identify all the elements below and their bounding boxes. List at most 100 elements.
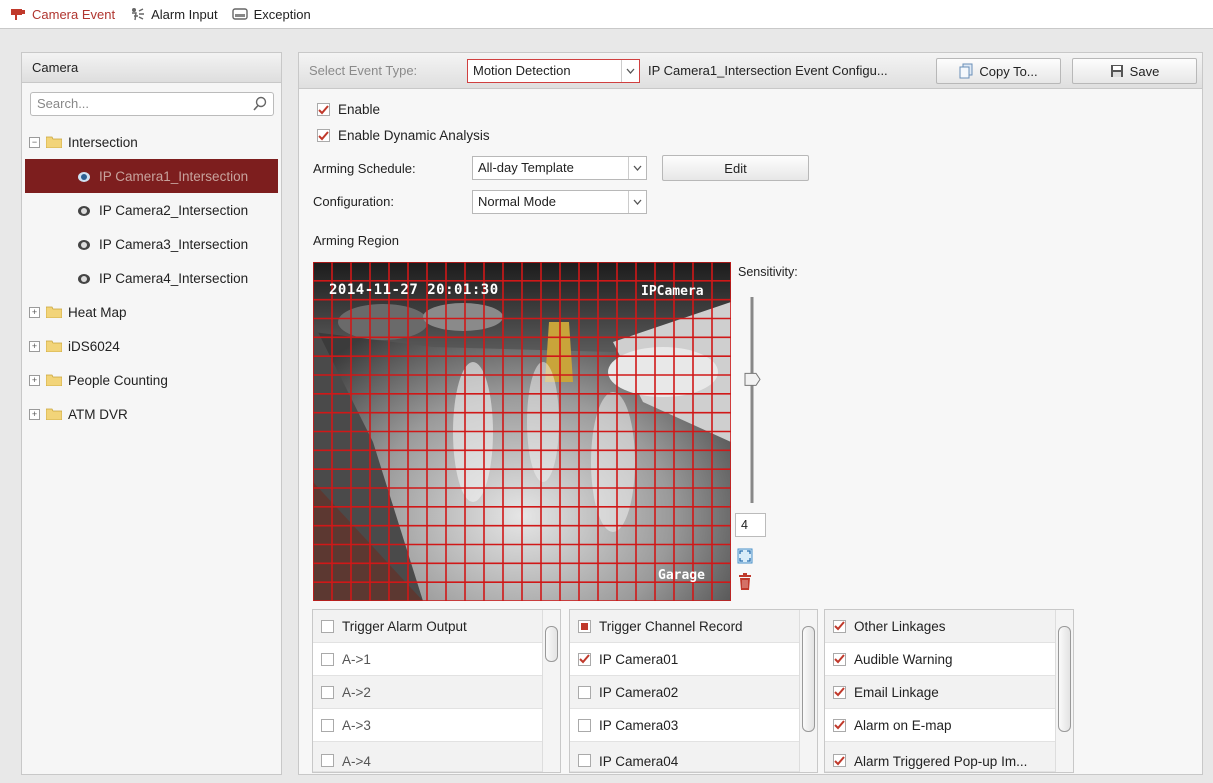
arming-region-video[interactable]: 2014-11-27 20:01:30 IPCamera Garage [313,262,731,601]
scrollbar-thumb[interactable] [545,626,558,662]
channel-record-list: Trigger Channel Record IP Camera01 IP Ca… [569,609,818,773]
event-type-label: Select Event Type: [309,63,418,78]
dynamic-analysis-row[interactable]: Enable Dynamic Analysis [317,128,490,143]
module-tab-bar: Camera Event Alarm Input Exception [0,0,1213,28]
copy-icon [959,63,973,79]
enable-checkbox-row[interactable]: Enable [317,102,380,117]
list-item[interactable]: IP Camera02 [570,676,817,709]
tab-exception[interactable]: Exception [231,7,311,22]
event-type-value: Motion Detection [473,63,571,78]
alarm-output-master-checkbox[interactable] [321,619,334,633]
list-header[interactable]: Trigger Channel Record [570,610,817,643]
list-item[interactable]: A->4 [313,742,560,772]
scrollbar-thumb[interactable] [802,626,815,732]
item-checkbox[interactable] [833,685,846,699]
chevron-down-icon[interactable] [628,191,646,213]
arming-schedule-select[interactable]: All-day Template [472,156,647,180]
expand-icon[interactable]: + [29,340,40,352]
tree-item-ip-camera2[interactable]: IP Camera2_Intersection [22,193,281,227]
sensitivity-value: 4 [741,518,748,532]
list-header[interactable]: Trigger Alarm Output [313,610,560,643]
tree-group-atm-dvr[interactable]: + ATM DVR [22,397,281,431]
camera-panel-title: Camera [22,53,281,83]
list-item-label: A->2 [342,684,371,700]
dynamic-analysis-checkbox[interactable] [317,129,330,142]
delete-region-icon[interactable] [737,573,753,591]
save-button[interactable]: Save [1072,58,1197,84]
event-config-panel: Select Event Type: Motion Detection IP C… [298,52,1203,775]
item-checkbox[interactable] [578,685,591,699]
scrollbar-thumb[interactable] [1058,626,1071,732]
tree-item-label: ATM DVR [68,406,128,422]
item-checkbox[interactable] [833,754,846,767]
save-label: Save [1129,63,1160,79]
item-checkbox[interactable] [578,754,591,767]
item-checkbox[interactable] [833,718,846,732]
list-item[interactable]: A->2 [313,676,560,709]
list-item[interactable]: IP Camera04 [570,742,817,772]
item-checkbox[interactable] [578,718,591,732]
tree-item-label: IP Camera2_Intersection [99,202,249,218]
enable-checkbox[interactable] [317,103,330,116]
edit-schedule-button[interactable]: Edit [662,155,809,181]
list-item[interactable]: IP Camera03 [570,709,817,742]
other-linkages-master-checkbox[interactable] [833,619,846,633]
configuration-select[interactable]: Normal Mode [472,190,647,214]
item-checkbox[interactable] [833,652,846,666]
tree-group-ids6024[interactable]: + iDS6024 [22,329,281,363]
tree-group-heat-map[interactable]: + Heat Map [22,295,281,329]
sensitivity-slider[interactable] [744,297,761,503]
sensitivity-value-box[interactable]: 4 [735,513,766,537]
collapse-icon[interactable]: − [29,136,40,148]
item-checkbox[interactable] [321,685,334,699]
event-type-select[interactable]: Motion Detection [467,59,640,83]
sensitivity-thumb[interactable] [744,372,761,386]
tree-item-ip-camera1[interactable]: IP Camera1_Intersection [25,159,278,193]
expand-icon[interactable]: + [29,408,40,420]
channel-record-master-checkbox[interactable] [578,619,591,633]
camera-icon [78,274,90,284]
list-item[interactable]: A->1 [313,643,560,676]
tab-alarm-input-label: Alarm Input [151,6,218,22]
scrollbar[interactable] [1055,610,1073,772]
search-icon[interactable] [251,95,269,113]
tab-camera-event[interactable]: Camera Event [10,7,115,22]
tree-group-people-counting[interactable]: + People Counting [22,363,281,397]
list-item[interactable]: IP Camera01 [570,643,817,676]
item-checkbox[interactable] [578,652,591,666]
scrollbar[interactable] [799,610,817,772]
tree-item-ip-camera4[interactable]: IP Camera4_Intersection [22,261,281,295]
list-header-label: Trigger Channel Record [599,618,743,634]
folder-icon [46,374,62,386]
video-timestamp: 2014-11-27 20:01:30 [329,282,499,298]
list-item[interactable]: Alarm on E-map [825,709,1073,742]
copy-to-button[interactable]: Copy To... [936,58,1061,84]
list-item-label: IP Camera03 [599,717,679,733]
tree-item-label: Heat Map [68,304,127,320]
item-checkbox[interactable] [321,754,334,767]
camera-search-placeholder: Search... [37,96,90,111]
list-item[interactable]: A->3 [313,709,560,742]
list-item[interactable]: Alarm Triggered Pop-up Im... [825,742,1073,772]
fullscreen-icon[interactable] [737,548,753,564]
chevron-down-icon[interactable] [621,60,639,82]
expand-icon[interactable]: + [29,306,40,318]
list-header[interactable]: Other Linkages [825,610,1073,643]
tree-group-intersection[interactable]: − Intersection [22,125,281,159]
list-item[interactable]: Audible Warning [825,643,1073,676]
expand-icon[interactable]: + [29,374,40,386]
dynamic-analysis-label: Enable Dynamic Analysis [338,128,490,143]
camera-icon [78,172,90,182]
scrollbar[interactable] [542,610,560,772]
list-item-label: Audible Warning [854,651,953,667]
item-checkbox[interactable] [321,652,334,666]
list-item[interactable]: Email Linkage [825,676,1073,709]
list-item-label: IP Camera04 [599,754,679,769]
tree-item-ip-camera3[interactable]: IP Camera3_Intersection [22,227,281,261]
item-checkbox[interactable] [321,718,334,732]
exception-icon [231,8,248,20]
tab-camera-event-label: Camera Event [32,6,116,22]
tab-alarm-input[interactable]: Alarm Input [129,6,218,22]
camera-search-input[interactable]: Search... [30,92,274,116]
chevron-down-icon[interactable] [628,157,646,179]
